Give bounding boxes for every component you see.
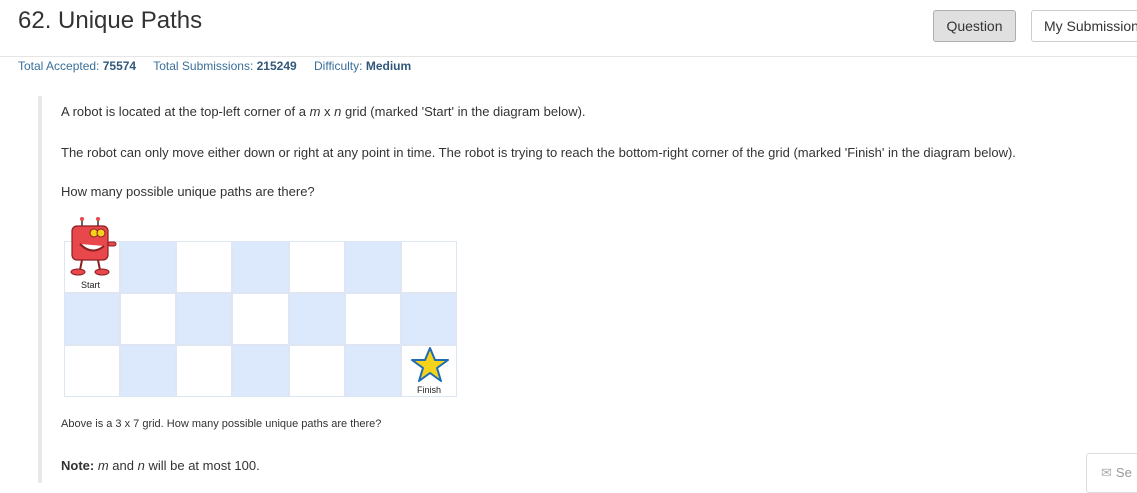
envelope-icon: ✉	[1101, 465, 1112, 480]
grid-cell	[232, 241, 289, 293]
send-feedback-button[interactable]: ✉ Se	[1086, 453, 1137, 493]
grid-cell	[232, 293, 289, 345]
grid-cell	[288, 241, 345, 293]
grid-cell	[176, 241, 233, 293]
grid-cell	[120, 345, 177, 397]
grid-cell	[288, 293, 345, 345]
star-icon	[411, 347, 449, 382]
page-title: 62. Unique Paths	[18, 7, 203, 34]
difficulty-label: Difficulty:	[314, 59, 363, 73]
grid-cell	[120, 241, 177, 293]
robot-icon	[70, 217, 117, 276]
submissions-label: Total Submissions:	[153, 59, 254, 73]
grid-cell	[400, 293, 457, 345]
grid-cell	[64, 345, 121, 397]
note-text-rest: will be at most 100.	[144, 458, 260, 473]
grid-cell	[288, 345, 345, 397]
accepted-stat: Total Accepted: 75574	[18, 59, 136, 73]
grid-cell	[64, 293, 121, 345]
p1-text-b: grid (marked 'Start' in the diagram belo…	[341, 104, 586, 119]
grid-cell	[400, 241, 457, 293]
p1-var-m: m	[309, 104, 321, 119]
tab-my-submissions[interactable]: My Submissions	[1031, 10, 1137, 42]
grid-cell	[120, 293, 177, 345]
difficulty-value: Medium	[365, 59, 412, 73]
problem-paragraph-3: How many possible unique paths are there…	[61, 184, 315, 199]
p1-text-a: A robot is located at the top-left corne…	[61, 104, 310, 119]
note-text-and: and	[108, 458, 138, 473]
note-var-m: m	[97, 458, 109, 473]
submissions-value: 215249	[256, 59, 297, 73]
note-var-n: n	[137, 458, 145, 473]
grid-cell	[232, 345, 289, 397]
tab-question[interactable]: Question	[933, 10, 1016, 42]
accepted-label: Total Accepted:	[18, 59, 100, 73]
difficulty-stat: Difficulty: Medium	[314, 59, 411, 73]
problem-paragraph-1: A robot is located at the top-left corne…	[61, 104, 586, 119]
grid-cell	[344, 241, 401, 293]
submissions-stat: Total Submissions: 215249	[153, 59, 296, 73]
p1-text-x: x	[320, 104, 335, 119]
grid-cell	[344, 293, 401, 345]
grid-diagram	[64, 241, 457, 397]
finish-label: Finish	[417, 385, 442, 395]
grid-cell	[176, 293, 233, 345]
note-label: Note:	[61, 458, 95, 473]
problem-stats: Total Accepted: 75574 Total Submissions:…	[18, 59, 425, 73]
start-label: Start	[81, 280, 101, 290]
header-divider	[0, 56, 1137, 57]
note-paragraph: Note: m and n will be at most 100.	[61, 458, 260, 473]
accepted-value: 75574	[102, 59, 137, 73]
grid-caption: Above is a 3 x 7 grid. How many possible…	[61, 418, 382, 430]
content-left-border	[38, 96, 42, 483]
grid-cell	[176, 345, 233, 397]
send-label: Se	[1115, 465, 1132, 480]
grid-cell	[344, 345, 401, 397]
problem-paragraph-2: The robot can only move either down or r…	[61, 145, 1016, 160]
